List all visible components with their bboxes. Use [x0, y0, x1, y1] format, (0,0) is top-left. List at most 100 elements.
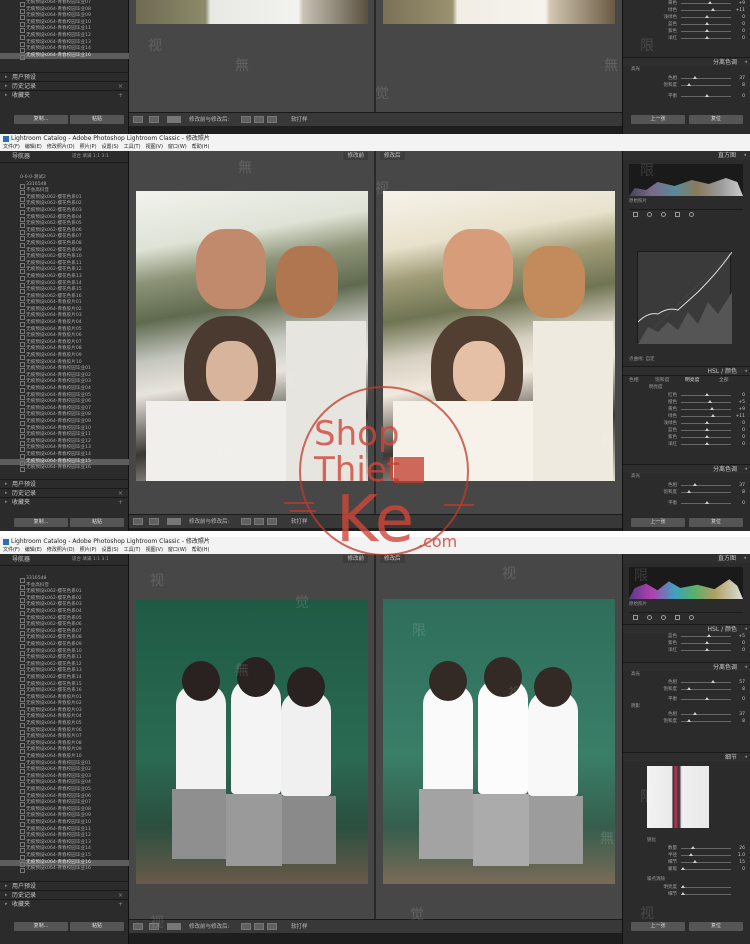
preset-item[interactable]: 无痕预设k062-樱花色系03	[0, 602, 129, 609]
user-presets-header[interactable]: 用户预设	[0, 881, 129, 891]
preset-item[interactable]: 无痕预设k064-青春校园毕业07	[0, 0, 129, 7]
preset-item[interactable]: 无痕预设k062-樱花色系07	[0, 234, 129, 241]
point-curve-label[interactable]: 点曲线: 自定	[629, 356, 654, 362]
menu-help[interactable]: 帮助(H)	[192, 144, 210, 150]
copy-settings-right-button[interactable]	[254, 116, 264, 123]
hsl-header[interactable]: HSL / 颜色	[623, 624, 750, 634]
preset-item[interactable]: 无痕预设k064-青春校园毕业02	[0, 767, 129, 774]
history-header[interactable]: 历史记录×	[0, 81, 129, 91]
yy-view-button[interactable]	[167, 923, 181, 930]
soft-proof-toggle[interactable]: 软打样	[291, 116, 308, 124]
menu-window[interactable]: 窗口(W)	[168, 144, 187, 150]
reset-button[interactable]: 复位	[689, 115, 743, 124]
preset-item[interactable]: 无痕预设k064-青春校园毕业03	[0, 379, 129, 386]
graduated-filter-icon[interactable]	[675, 615, 680, 620]
preset-item[interactable]: 无痕预设k064-青春校园毕业15	[0, 853, 129, 860]
compare-view-button[interactable]	[149, 518, 159, 525]
history-header[interactable]: 历史记录×	[0, 890, 129, 900]
compare-view-button[interactable]	[149, 923, 159, 930]
preset-item[interactable]: 无痕预设k064-青春胶片04	[0, 320, 129, 327]
red-eye-icon[interactable]	[661, 615, 666, 620]
copy-button[interactable]: 复制...	[14, 922, 68, 931]
yy-view-button[interactable]	[167, 518, 181, 525]
reset-button[interactable]: 复位	[689, 518, 743, 527]
preset-item[interactable]: 无痕预设k064-青春校园毕业04	[0, 386, 129, 393]
menu-edit[interactable]: 编辑(E)	[25, 144, 42, 150]
copy-button[interactable]: 复制...	[14, 518, 68, 527]
copy-settings-left-button[interactable]	[241, 518, 251, 525]
copy-settings-left-button[interactable]	[241, 923, 251, 930]
menu-settings[interactable]: 设置(S)	[102, 547, 119, 553]
user-presets-header[interactable]: 用户预设	[0, 72, 129, 82]
split-toning-header[interactable]: 分离色调	[623, 464, 750, 474]
spot-removal-icon[interactable]	[647, 615, 652, 620]
menu-tools[interactable]: 工具(T)	[124, 547, 141, 553]
preset-item[interactable]: 无痕预设k062-樱花色系14	[0, 675, 129, 682]
preset-item[interactable]: 无痕预设k064-青春校园毕业08	[0, 412, 129, 419]
preset-item[interactable]: 无痕预设k064-青春校园毕业16	[0, 866, 129, 873]
preset-item[interactable]: 无痕预设k064-青春校园毕业12	[0, 33, 129, 40]
preset-item[interactable]: 无痕预设k062-樱花色系13	[0, 274, 129, 281]
preset-item[interactable]: 无痕预设k064-青春校园毕业13	[0, 445, 129, 452]
preset-item[interactable]: 无痕预设k064-青春校园毕业09	[0, 13, 129, 20]
yy-view-button[interactable]	[167, 116, 181, 123]
compare-view-button[interactable]	[149, 116, 159, 123]
loupe-view-button[interactable]	[133, 518, 143, 525]
preset-item[interactable]: 无痕预设k064-青春校园毕业04	[0, 780, 129, 787]
collections-header[interactable]: 收藏夹+	[0, 90, 129, 100]
reset-button[interactable]: 复位	[689, 922, 743, 931]
menu-view[interactable]: 视图(V)	[146, 144, 163, 150]
preset-item[interactable]: 无痕预设k064-青春胶片01	[0, 300, 129, 307]
user-presets-header[interactable]: 用户预设	[0, 479, 129, 489]
soft-proof-toggle[interactable]: 软打样	[291, 923, 308, 931]
soft-proof-toggle[interactable]: 软打样	[291, 518, 308, 526]
original-photo-toggle[interactable]: 原始照片	[629, 601, 647, 607]
paste-button[interactable]: 粘贴	[70, 518, 124, 527]
preset-item[interactable]: 无痕预设k064-青春校园毕业07	[0, 800, 129, 807]
preset-item[interactable]: 无痕预设k064-青春校园毕业06	[0, 399, 129, 406]
loupe-view-button[interactable]	[133, 923, 143, 930]
preset-item[interactable]: 无痕预设k062-樱花色系02	[0, 201, 129, 208]
preset-item[interactable]: 无痕预设k064-青春胶片09	[0, 353, 129, 360]
menu-develop[interactable]: 修改照片(D)	[47, 547, 75, 553]
previous-button[interactable]: 上一张	[631, 115, 685, 124]
paste-button[interactable]: 粘贴	[70, 922, 124, 931]
tone-curve[interactable]	[637, 251, 733, 345]
menu-tools[interactable]: 工具(T)	[124, 144, 141, 150]
spot-removal-icon[interactable]	[647, 212, 652, 217]
preset-item[interactable]: 3316548	[0, 576, 129, 583]
navigator-header[interactable]: 导航器 适合 填满 1:1 3:1	[0, 554, 128, 566]
preset-item[interactable]: 无痕预设k062-樱花色系11	[0, 655, 129, 662]
swap-settings-button[interactable]	[267, 923, 277, 930]
preset-item[interactable]: 无痕预设k064-青春胶片10	[0, 754, 129, 761]
preset-item[interactable]: 无痕预设k062-樱花色系12	[0, 267, 129, 274]
preset-item[interactable]: 无痕预设k064-青春校园毕业14	[0, 846, 129, 853]
preset-item[interactable]: 无痕预设k064-青春胶片06	[0, 333, 129, 340]
menu-file[interactable]: 文件(F)	[3, 547, 20, 553]
preset-item[interactable]: 无痕预设k064-青春校园毕业09	[0, 419, 129, 426]
navigator-header[interactable]: 导航器 适合 填满 1:1 3:1	[0, 151, 128, 163]
previous-button[interactable]: 上一张	[631, 922, 685, 931]
preset-item[interactable]: 无痕预设k062-樱花色系13	[0, 668, 129, 675]
preset-item[interactable]: 无痕预设k062-樱花色系01	[0, 589, 129, 596]
menu-view[interactable]: 视图(V)	[146, 547, 163, 553]
copy-button[interactable]: 复制...	[14, 115, 68, 124]
collections-header[interactable]: 收藏夹+	[0, 899, 129, 909]
preset-item[interactable]: 无痕预设k064-青春校园毕业11	[0, 432, 129, 439]
preset-item[interactable]: 无痕预设k062-樱花色系08	[0, 241, 129, 248]
preset-item[interactable]: 无痕预设k062-樱花色系08	[0, 635, 129, 642]
preset-item[interactable]: 0-0-0-测试2	[0, 175, 129, 182]
copy-settings-right-button[interactable]	[254, 923, 264, 930]
preset-item[interactable]: 无痕预设k062-樱花色系03	[0, 208, 129, 215]
menu-photo[interactable]: 照片(P)	[80, 547, 97, 553]
crop-tool-icon[interactable]	[633, 212, 638, 217]
histogram-header[interactable]: 直方图	[623, 151, 750, 160]
preset-item[interactable]: 无痕预设k064-青春校园毕业05	[0, 787, 129, 794]
preset-item[interactable]: 无痕预设k064-青春胶片05	[0, 721, 129, 728]
split-toning-header[interactable]: 分离色调	[623, 57, 750, 67]
menu-settings[interactable]: 设置(S)	[102, 144, 119, 150]
preset-item[interactable]: 无痕预设k062-樱花色系06	[0, 622, 129, 629]
detail-header[interactable]: 细节	[623, 752, 750, 762]
copy-settings-right-button[interactable]	[254, 518, 264, 525]
preset-item[interactable]: 无痕预设k064-青春胶片02	[0, 701, 129, 708]
